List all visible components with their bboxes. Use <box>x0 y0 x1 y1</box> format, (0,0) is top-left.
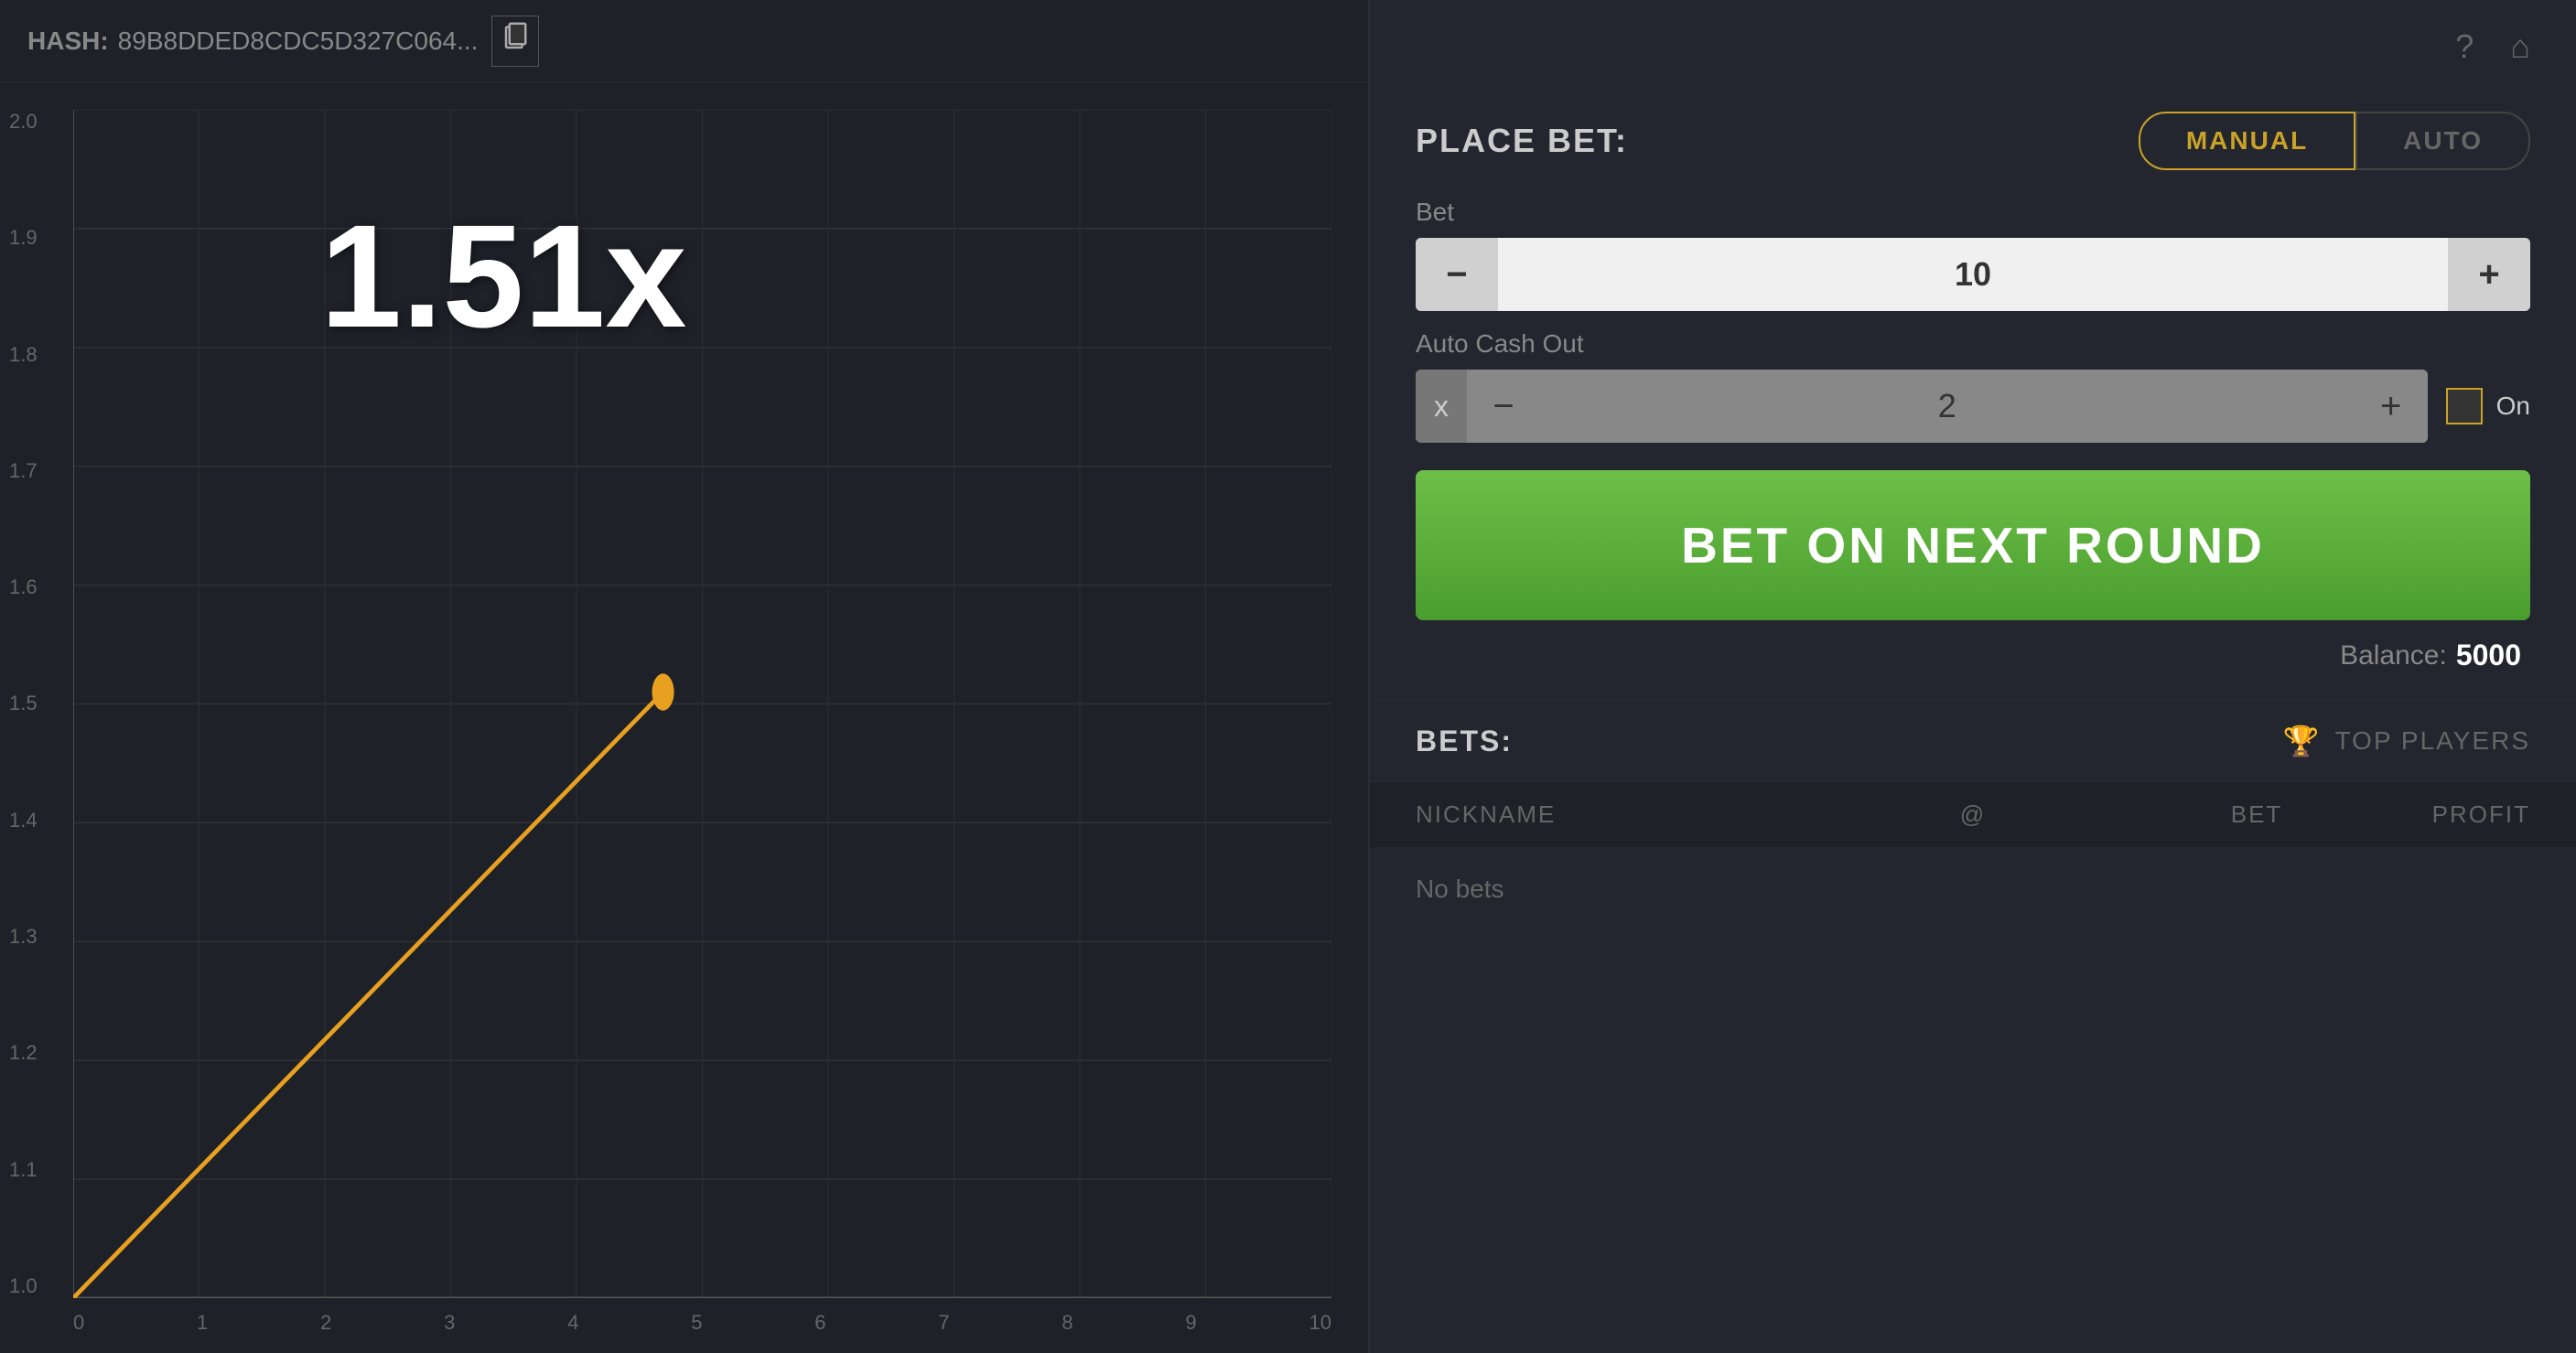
bet-input-row: − + <box>1416 238 2530 311</box>
x-axis-labels: 0 1 2 3 4 5 6 7 8 9 10 <box>73 1311 1331 1335</box>
cashout-input[interactable] <box>1540 387 2355 425</box>
cashout-x-prefix: x <box>1416 370 1467 443</box>
auto-cashout-row: x − + On <box>1416 370 2530 443</box>
hash-value: 89B8DDED8CDC5D327C064... <box>118 27 479 56</box>
bet-next-round-button[interactable]: BET ON NEXT ROUND <box>1416 470 2530 620</box>
bet-section: PLACE BET: MANUAL AUTO Bet − + Auto Cash… <box>1370 93 2576 701</box>
mode-buttons: MANUAL AUTO <box>2139 112 2530 170</box>
bet-minus-button[interactable]: − <box>1416 238 1498 311</box>
top-action-bar: ? ⌂ <box>1370 0 2576 93</box>
balance-value: 5000 <box>2456 639 2521 672</box>
top-players-button[interactable]: 🏆 TOP PLAYERS <box>2283 724 2530 758</box>
bet-plus-button[interactable]: + <box>2448 238 2530 311</box>
auto-cashout-label: Auto Cash Out <box>1416 329 2530 359</box>
left-panel: HASH: 89B8DDED8CDC5D327C064... 1.51x 2.0… <box>0 0 1368 1353</box>
manual-mode-button[interactable]: MANUAL <box>2139 112 2355 170</box>
cashout-minus-button[interactable]: − <box>1467 370 1540 443</box>
bet-input[interactable] <box>1498 255 2448 294</box>
bets-section: BETS: 🏆 TOP PLAYERS NICKNAME @ BET PROFI… <box>1370 701 2576 1353</box>
balance-label: Balance: <box>2340 640 2447 671</box>
trophy-icon: 🏆 <box>2283 724 2322 758</box>
on-toggle-wrapper: On <box>2446 388 2530 424</box>
help-button[interactable]: ? <box>2446 18 2483 75</box>
main-layout: HASH: 89B8DDED8CDC5D327C064... 1.51x 2.0… <box>0 0 2576 1353</box>
auto-cashout-toggle[interactable] <box>2446 388 2483 424</box>
chart-svg <box>73 110 1331 1298</box>
col-profit-header: PROFIT <box>2282 800 2530 829</box>
place-bet-title: PLACE BET: <box>1416 122 1628 160</box>
hash-bar: HASH: 89B8DDED8CDC5D327C064... <box>0 0 1368 82</box>
col-at-header: @ <box>1911 800 2034 829</box>
bets-title: BETS: <box>1416 725 1513 758</box>
top-players-label: TOP PLAYERS <box>2335 726 2530 756</box>
cashout-plus-button[interactable]: + <box>2355 370 2428 443</box>
hash-label: HASH: <box>27 27 109 56</box>
cashout-input-wrapper: x − + <box>1416 370 2428 443</box>
hash-copy-button[interactable] <box>491 16 539 67</box>
right-panel: ? ⌂ PLACE BET: MANUAL AUTO Bet − + Auto … <box>1368 0 2576 1353</box>
col-bet-header: BET <box>2035 800 2283 829</box>
multiplier-display: 1.51x <box>320 192 686 360</box>
on-label: On <box>2496 392 2530 421</box>
auto-mode-button[interactable]: AUTO <box>2355 112 2530 170</box>
home-button[interactable]: ⌂ <box>2501 18 2539 75</box>
no-bets-message: No bets <box>1370 847 2576 931</box>
col-nickname-header: NICKNAME <box>1416 800 1911 829</box>
bets-table-header: NICKNAME @ BET PROFIT <box>1370 782 2576 847</box>
y-axis-labels: 2.0 1.9 1.8 1.7 1.6 1.5 1.4 1.3 1.2 1.1 … <box>9 110 38 1298</box>
bet-label: Bet <box>1416 198 2530 227</box>
bets-header: BETS: 🏆 TOP PLAYERS <box>1370 701 2576 782</box>
chart-area: 1.51x 2.0 1.9 1.8 1.7 1.6 1.5 1.4 1.3 1.… <box>0 82 1368 1353</box>
balance-row: Balance: 5000 <box>1416 620 2530 672</box>
place-bet-header: PLACE BET: MANUAL AUTO <box>1416 112 2530 170</box>
